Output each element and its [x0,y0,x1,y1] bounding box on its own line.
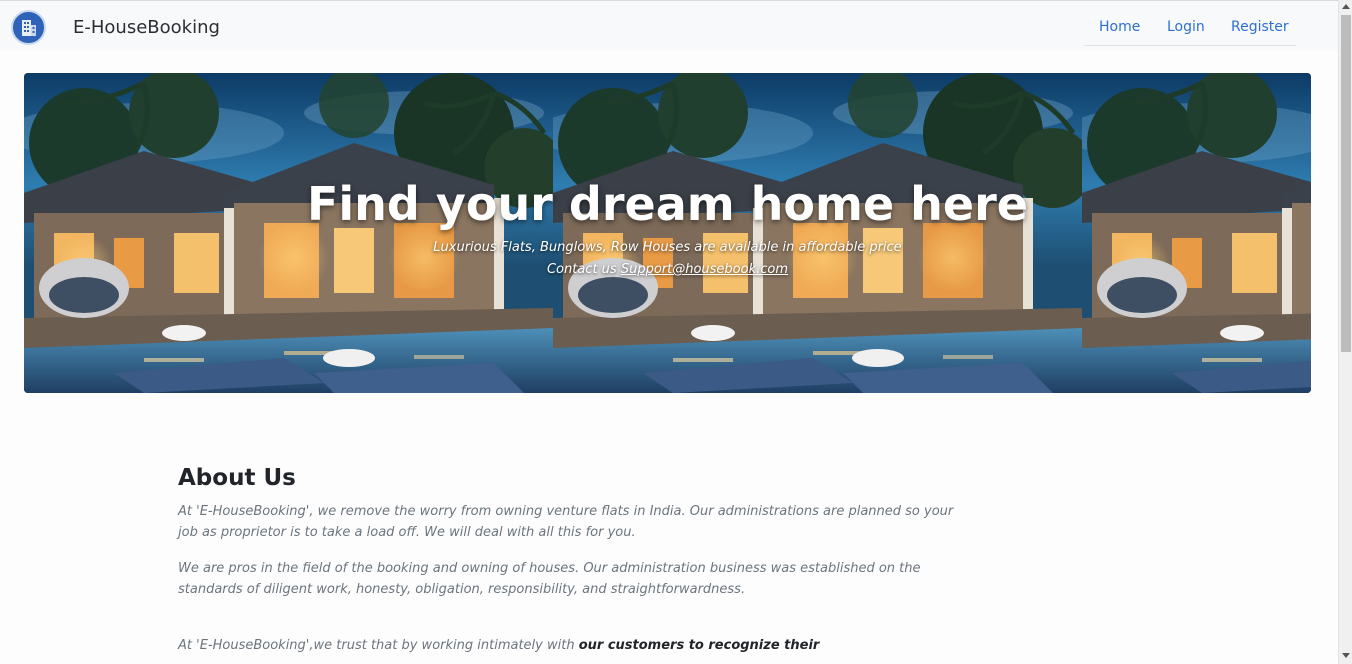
hero-banner: Find your dream home here Luxurious Flat… [24,73,1311,393]
support-email-link[interactable]: Support@housebook.com [621,262,788,277]
nav-links: Home Login Register [1084,11,1296,46]
hero-title: Find your dream home here [306,177,1029,231]
scroll-down-arrow-icon[interactable] [1342,653,1350,658]
hero-contact: Contact us Support@housebook.com [24,262,1311,277]
scroll-up-arrow-icon[interactable] [1342,4,1350,9]
hero-background-photo-tile [553,73,1082,393]
brand-name[interactable]: E-HouseBooking [73,17,220,38]
navbar: E-HouseBooking Home Login Register [0,0,1338,51]
hero-background-photo-tile [1082,73,1311,393]
nav-register-link[interactable]: Register [1231,19,1289,35]
nav-home-link[interactable]: Home [1099,19,1140,35]
hero-background-photo-tile [24,73,553,393]
about-paragraph-3: At 'E-HouseBooking',we trust that by wor… [178,635,958,656]
hero-subtitle: Luxurious Flats, Bunglows, Row Houses ar… [433,240,902,255]
page-scrollbar[interactable] [1338,0,1352,664]
scrollbar-thumb[interactable] [1341,15,1351,352]
nav-login-link[interactable]: Login [1167,19,1205,35]
about-paragraph-3-text: At 'E-HouseBooking',we trust that by wor… [178,638,579,653]
about-us-heading: About Us [178,465,296,491]
about-paragraph-3-bold: our customers to recognize their [578,638,820,653]
contact-prefix: Contact us [546,262,621,277]
about-paragraph-1: At 'E-HouseBooking', we remove the worry… [178,504,954,540]
about-paragraph-2: We are pros in the field of the booking … [178,561,921,597]
building-logo-icon[interactable] [11,10,46,45]
